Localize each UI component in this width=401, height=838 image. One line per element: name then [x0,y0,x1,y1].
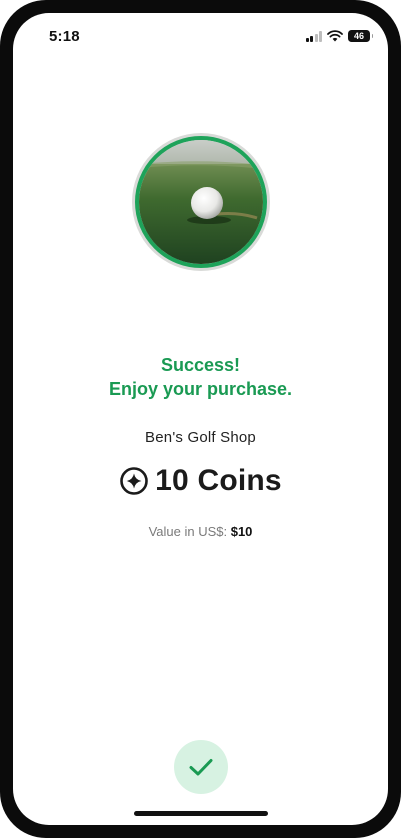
success-title: Success! [160,355,241,375]
coin-star-icon [120,467,148,495]
coin-amount-text: 10 Coins [155,464,282,497]
battery-icon: 46 [348,30,373,42]
status-bar: 5:18 46 [13,13,388,57]
value-in-usd: Value in US$: $10 [13,524,388,539]
home-indicator[interactable] [134,811,268,816]
value-label: Value in US$: [148,524,228,539]
success-subtitle: Enjoy your purchase. [108,379,293,399]
coin-amount: 10 Coins [13,464,388,498]
product-image-frame [132,133,270,271]
done-button[interactable] [174,740,228,794]
checkmark-icon [189,759,213,776]
golf-ball-image [139,140,263,264]
status-time: 5:18 [49,28,80,45]
status-icons: 46 [305,29,373,43]
wifi-icon [327,30,343,42]
merchant-name: Ben's Golf Shop [145,429,256,446]
device-frame: 5:18 46 Success! Enjoy your purchase. Be… [0,0,401,838]
cellular-signal-icon [305,30,322,42]
value-amount: $10 [230,524,253,539]
success-message: Success! Enjoy your purchase. [13,353,388,401]
product-image [135,136,267,268]
screen: 5:18 46 Success! Enjoy your purchase. Be… [13,13,388,825]
